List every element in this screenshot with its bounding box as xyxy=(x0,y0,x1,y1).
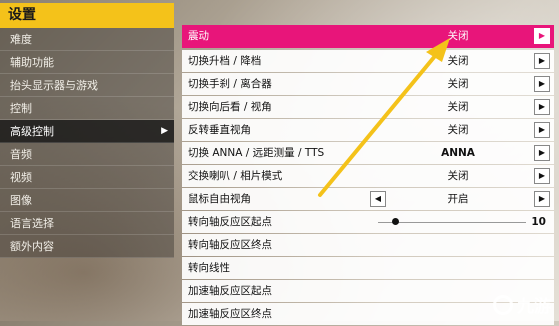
setting-row-toggle-handbrake-clutch[interactable]: 切换手刹 / 离合器 关闭 ▶ xyxy=(182,73,554,95)
setting-row-toggle-anna[interactable]: 切换 ANNA / 远距测量 / TTS ANNA ▶ xyxy=(182,142,554,164)
setting-row-vibration[interactable]: 震动 关闭 ▶ xyxy=(182,25,554,48)
sidebar-menu: 难度 辅助功能 抬头显示器与游戏 控制 高级控制 ▶ 音频 视频 图像 语言选择 … xyxy=(0,28,174,258)
menu-item-assists[interactable]: 辅助功能 xyxy=(0,51,174,74)
menu-item-graphics[interactable]: 图像 xyxy=(0,189,174,212)
menu-item-advanced-controls[interactable]: 高级控制 ▶ xyxy=(0,120,174,143)
arrow-right-icon[interactable]: ▶ xyxy=(534,168,550,184)
menu-item-difficulty[interactable]: 难度 xyxy=(0,28,174,51)
arrow-right-icon[interactable]: ▶ xyxy=(534,99,550,115)
arrow-right-icon[interactable]: ▶ xyxy=(534,53,550,69)
arrow-left-icon[interactable]: ◀ xyxy=(370,191,386,207)
slider-track[interactable] xyxy=(378,222,526,223)
arrow-right-icon[interactable]: ▶ xyxy=(534,28,550,44)
setting-row-toggle-shift[interactable]: 切换升档 / 降档 关闭 ▶ xyxy=(182,50,554,72)
slider-knob[interactable] xyxy=(392,218,399,225)
setting-row-steering-linearity[interactable]: 转向线性 xyxy=(182,257,554,279)
setting-row-swap-horn-photo[interactable]: 交换喇叭 / 相片模式 关闭 ▶ xyxy=(182,165,554,187)
menu-item-audio[interactable]: 音频 xyxy=(0,143,174,166)
chevron-right-icon: ▶ xyxy=(161,126,168,136)
settings-sidebar: 设置 难度 辅助功能 抬头显示器与游戏 控制 高级控制 ▶ 音频 视频 图像 语言… xyxy=(0,0,174,321)
menu-item-extra-content[interactable]: 额外内容 xyxy=(0,235,174,258)
setting-row-mouse-free-look[interactable]: 鼠标自由视角 ◀ 开启 ▶ xyxy=(182,188,554,210)
arrow-right-icon[interactable]: ▶ xyxy=(534,122,550,138)
setting-row-steering-deadzone-start[interactable]: 转向轴反应区起点 10 xyxy=(182,211,554,233)
menu-item-controls[interactable]: 控制 xyxy=(0,97,174,120)
advanced-controls-list: 震动 关闭 ▶ 切换升档 / 降档 关闭 ▶ 切换手刹 / 离合器 关闭 ▶ 切… xyxy=(182,25,554,326)
setting-row-steering-deadzone-end[interactable]: 转向轴反应区终点 xyxy=(182,234,554,256)
menu-item-language[interactable]: 语言选择 xyxy=(0,212,174,235)
menu-item-hud-gameplay[interactable]: 抬头显示器与游戏 xyxy=(0,74,174,97)
sidebar-title: 设置 xyxy=(0,3,174,28)
arrow-right-icon[interactable]: ▶ xyxy=(534,191,550,207)
watermark: 九游 xyxy=(493,292,551,317)
arrow-right-icon[interactable]: ▶ xyxy=(534,145,550,161)
setting-row-invert-vertical[interactable]: 反转垂直视角 关闭 ▶ xyxy=(182,119,554,141)
watermark-logo-icon xyxy=(493,294,513,315)
setting-row-toggle-lookback-camera[interactable]: 切换向后看 / 视角 关闭 ▶ xyxy=(182,96,554,118)
menu-item-video[interactable]: 视频 xyxy=(0,166,174,189)
arrow-right-icon[interactable]: ▶ xyxy=(534,76,550,92)
